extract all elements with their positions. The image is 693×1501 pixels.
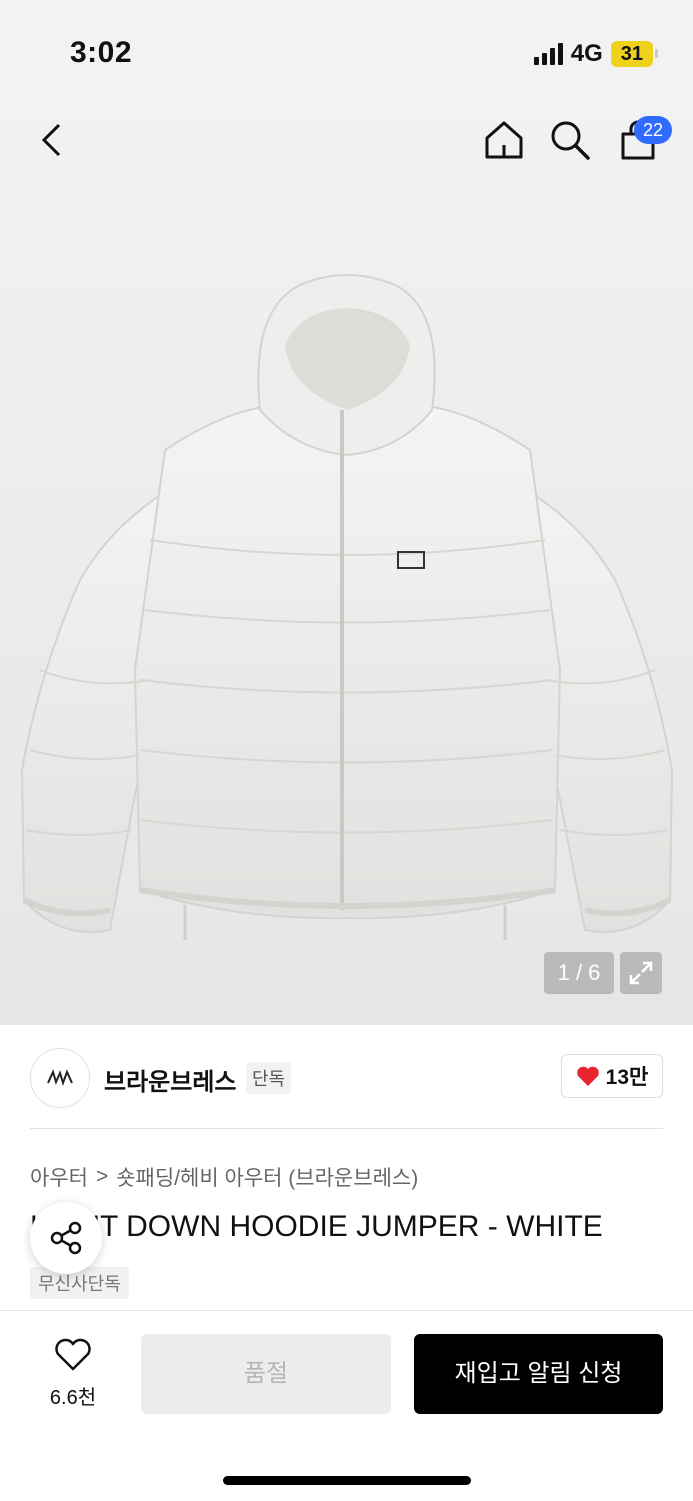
product-title: LIGHT DOWN HOODIE JUMPER - WHITE xyxy=(30,1210,603,1243)
battery-level: 31 xyxy=(610,41,659,67)
search-button[interactable] xyxy=(548,118,592,162)
home-icon xyxy=(485,121,523,159)
status-time: 3:02 xyxy=(70,36,133,69)
breadcrumb-subcategory[interactable]: 숏패딩/헤비 아우터 (브라운브레스) xyxy=(116,1162,418,1192)
brand-exclusive-badge: 단독 xyxy=(246,1062,292,1094)
home-indicator xyxy=(223,1476,471,1485)
breadcrumb-category[interactable]: 아우터 xyxy=(30,1162,88,1192)
home-button[interactable] xyxy=(482,118,526,162)
share-button[interactable] xyxy=(30,1202,102,1274)
expand-icon xyxy=(629,961,653,985)
wishlist-count: 6.6천 xyxy=(49,1387,97,1409)
signal-icon xyxy=(533,43,563,65)
wishlist-button[interactable]: 6.6천 xyxy=(40,1338,106,1410)
heart-outline-icon xyxy=(55,1338,91,1371)
soldout-button: 품절 xyxy=(141,1334,391,1414)
back-button[interactable] xyxy=(30,118,74,162)
restock-alert-button[interactable]: 재입고 알림 신청 xyxy=(414,1334,663,1414)
chevron-left-icon xyxy=(41,123,61,157)
share-icon xyxy=(50,1221,82,1255)
heart-filled-icon xyxy=(576,1066,599,1086)
brand-row: 브라운브레스 단독 13만 xyxy=(30,1046,663,1108)
search-icon xyxy=(551,121,590,160)
product-jacket-image xyxy=(20,274,674,940)
brand-like-count: 13만 xyxy=(605,1066,649,1089)
breadcrumb: 아우터 > 숏패딩/헤비 아우터 (브라운브레스) xyxy=(30,1162,418,1192)
cart-count-badge: 22 xyxy=(634,116,672,144)
product-image-gallery[interactable]: 3:02 4G 31 22 1 / 6 xyxy=(0,0,693,1025)
brand-name[interactable]: 브라운브레스 xyxy=(104,1062,236,1097)
network-type: 4G xyxy=(570,40,603,67)
status-indicators: 4G 31 xyxy=(533,40,659,68)
exclusive-badge: 무신사단독 xyxy=(30,1267,129,1299)
brand-logo-icon xyxy=(47,1069,73,1087)
brand-like-button[interactable]: 13만 xyxy=(561,1054,663,1098)
brand-logo[interactable] xyxy=(30,1048,90,1108)
breadcrumb-separator: > xyxy=(95,1165,109,1188)
image-pager: 1 / 6 xyxy=(544,952,614,994)
divider xyxy=(30,1128,663,1129)
expand-image-button[interactable] xyxy=(620,952,662,994)
